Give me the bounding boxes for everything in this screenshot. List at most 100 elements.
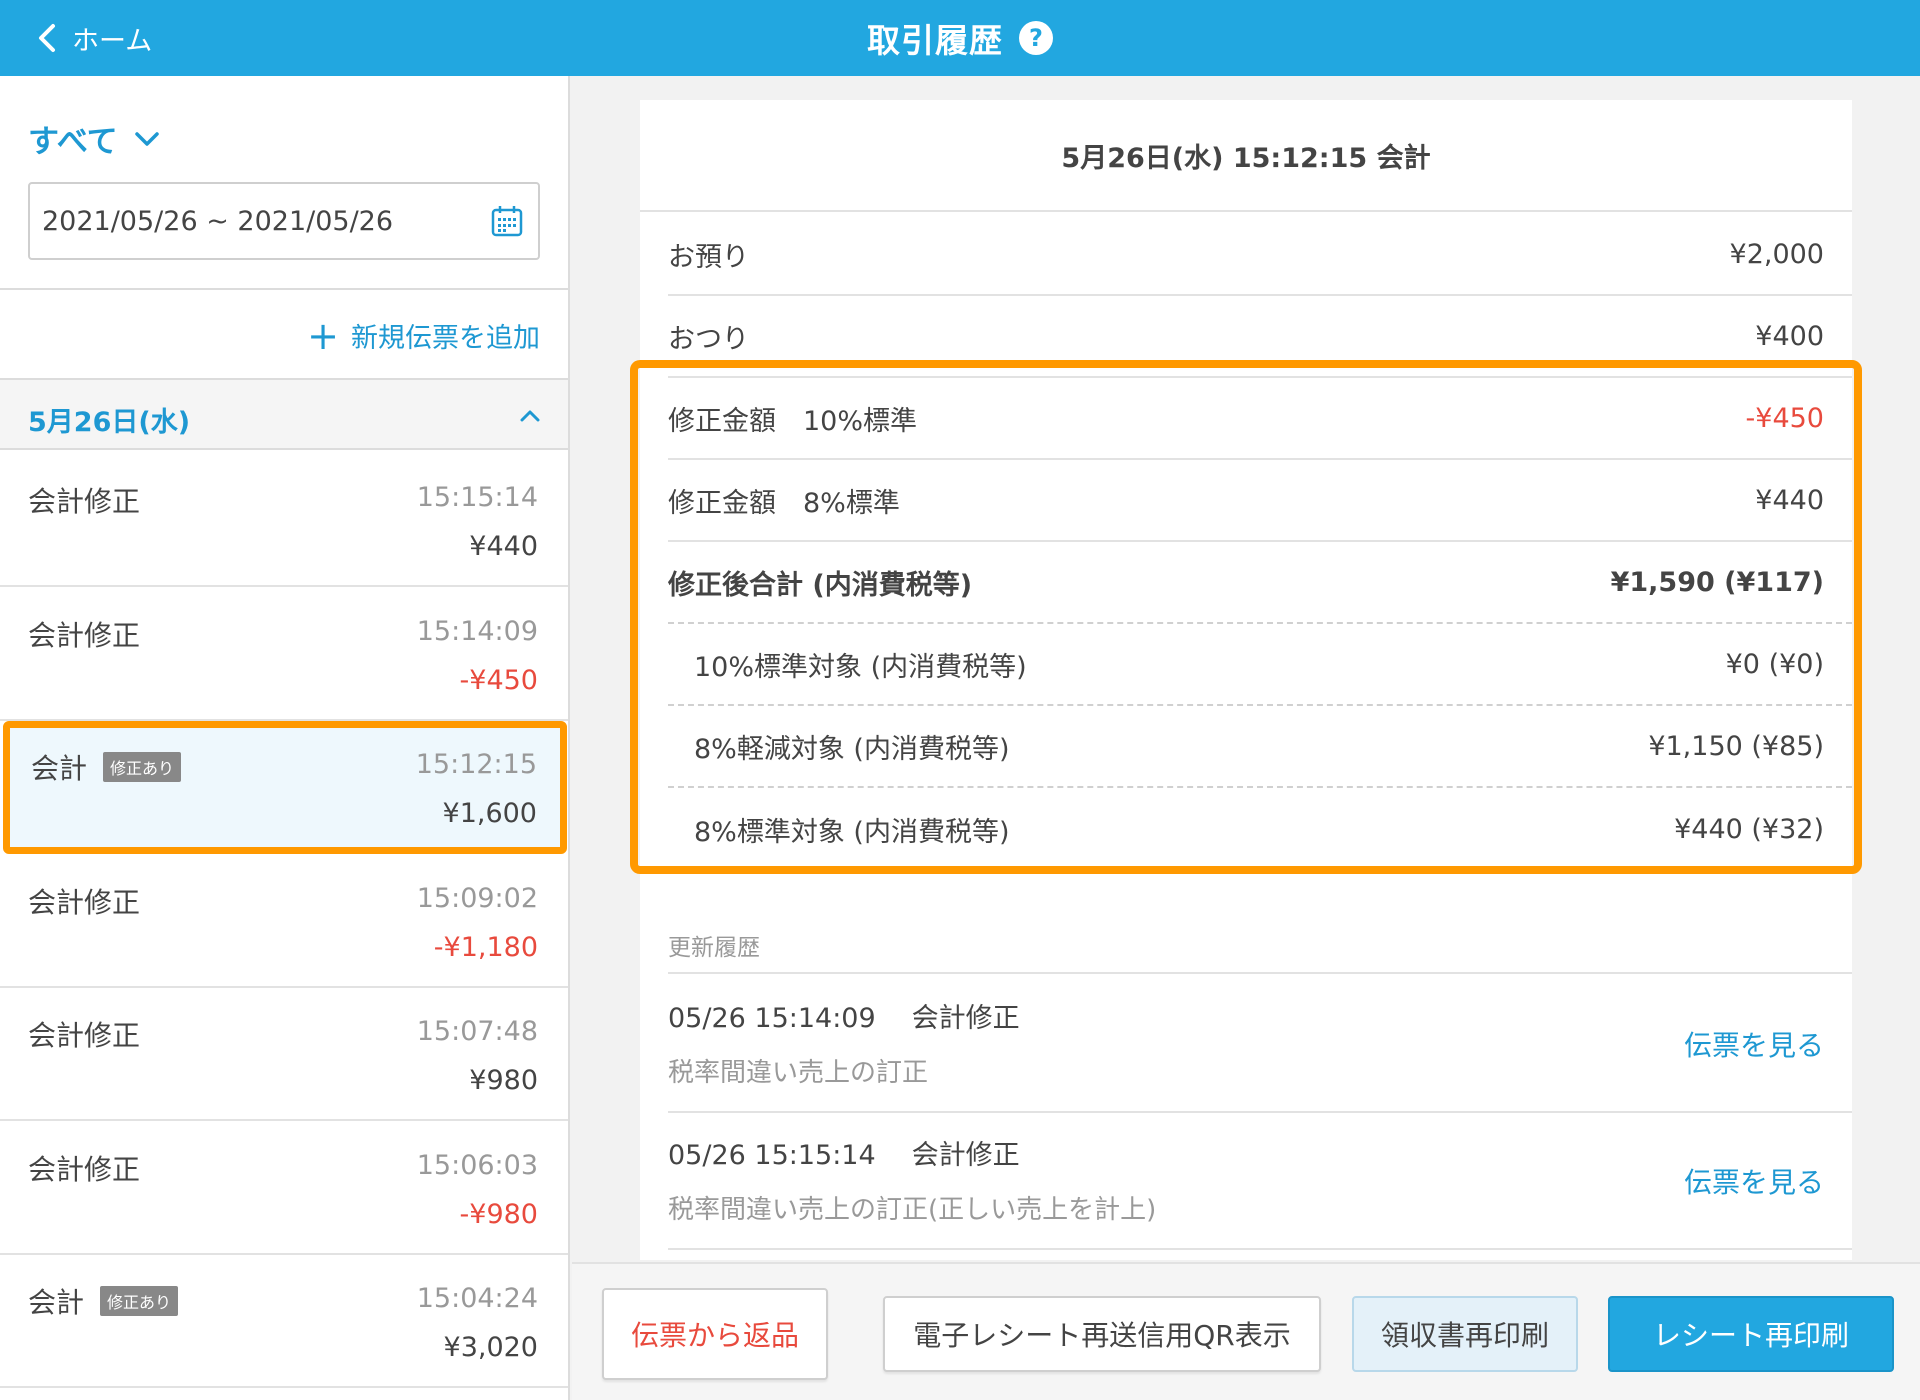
modified-badge: 修正あり xyxy=(100,1286,179,1316)
transaction-type: 会計 xyxy=(28,1286,85,1319)
history-type: 会計修正 xyxy=(911,1003,1020,1034)
transaction-type: 会計修正 xyxy=(28,1152,141,1186)
detail-row: 修正金額 10%標準 -¥450 xyxy=(668,378,1852,460)
reprint-receipt-button[interactable]: レシート再印刷 xyxy=(1608,1296,1894,1372)
detail-row-label: 8%標準対象 (内消費税等) xyxy=(694,816,1010,848)
transaction-label: 会計 修正あり xyxy=(28,1281,179,1321)
detail-row-label: おつり xyxy=(668,323,749,355)
detail-row-label: 修正後合計 (内消費税等) xyxy=(668,569,973,601)
back-button[interactable]: ホーム xyxy=(36,0,152,76)
divider xyxy=(0,288,568,290)
date-group-header[interactable]: 5月26日(水) xyxy=(0,378,568,450)
transaction-label: 会計修正 xyxy=(28,1148,140,1188)
calendar-icon[interactable] xyxy=(490,204,524,238)
chevron-up-icon xyxy=(520,410,540,422)
detail-row-value: ¥440 (¥32) xyxy=(1674,813,1824,845)
detail-row-label: 10%標準対象 (内消費税等) xyxy=(694,651,1027,683)
transaction-type: 会計修正 xyxy=(28,618,141,652)
detail-row-value: ¥400 xyxy=(1755,320,1824,352)
chevron-down-icon xyxy=(134,131,159,146)
app-header: ホーム 取引履歴 ? xyxy=(0,0,1920,76)
detail-row: お預り ¥2,000 xyxy=(668,214,1852,296)
transaction-item[interactable]: 会計修正 15:06:03 -¥980 xyxy=(0,1121,568,1255)
detail-row-label: 修正金額 8%標準 xyxy=(668,487,900,519)
transaction-item[interactable]: 会計 修正あり 15:12:15 ¥1,600 xyxy=(3,721,567,854)
transaction-time: 15:15:14 xyxy=(416,482,538,513)
qr-resend-button[interactable]: 電子レシート再送信用QR表示 xyxy=(883,1296,1321,1372)
transaction-label: 会計修正 xyxy=(28,881,140,921)
history-item: 05/26 15:15:14 会計修正税率間違い売上の訂正(正しい売上を計上) 伝票… xyxy=(668,1111,1852,1247)
transaction-type: 会計修正 xyxy=(28,1019,141,1052)
filter-label: すべて xyxy=(28,124,118,160)
transaction-type: 会計 xyxy=(31,752,88,785)
transaction-label: 会計修正 xyxy=(28,480,140,520)
filter-dropdown[interactable]: すべて xyxy=(28,116,160,161)
transaction-item[interactable]: 会計修正 15:14:09 -¥450 xyxy=(0,587,568,721)
history-title: 更新履歴 xyxy=(668,935,760,961)
date-range-field[interactable]: 2021/05/26 ~ 2021/05/26 xyxy=(28,182,540,260)
date-group-label: 5月26日(水) xyxy=(28,407,191,438)
detail-row-label: 修正金額 10%標準 xyxy=(668,405,918,437)
transaction-amount: -¥980 xyxy=(459,1198,538,1230)
transaction-amount: ¥440 xyxy=(469,531,538,562)
transaction-type: 会計修正 xyxy=(28,485,141,518)
page-title-wrap: 取引履歴 ? xyxy=(0,0,1920,76)
add-slip-label: 新規伝票を追加 xyxy=(351,323,540,354)
transaction-amount: -¥1,180 xyxy=(433,931,538,963)
transaction-amount: ¥980 xyxy=(469,1065,538,1096)
transaction-time: 15:07:48 xyxy=(416,1016,538,1047)
history-header: 05/26 15:14:09 会計修正 xyxy=(668,996,1020,1035)
detail-row: 修正後合計 (内消費税等) ¥1,590 (¥117) xyxy=(668,542,1852,624)
transaction-sidebar: すべて 2021/05/26 ~ 2021/05/26 + 新規伝票を追加 5月… xyxy=(0,76,570,1400)
transaction-amount: ¥1,600 xyxy=(442,798,537,829)
transaction-type: 会計修正 xyxy=(28,885,141,919)
history-datetime: 05/26 15:15:14 xyxy=(668,1140,876,1171)
detail-row-value: ¥440 xyxy=(1755,484,1824,516)
transaction-time: 15:09:02 xyxy=(416,882,538,914)
transaction-item[interactable]: 会計 修正あり 15:04:24 ¥3,020 xyxy=(0,1255,568,1388)
detail-row-value: ¥2,000 xyxy=(1729,238,1824,270)
detail-row-value: -¥450 xyxy=(1745,402,1824,434)
detail-row: 8%軽減対象 (内消費税等) ¥1,150 (¥85) xyxy=(668,706,1852,788)
transaction-time: 15:06:03 xyxy=(416,1149,538,1181)
transaction-item[interactable]: 会計修正 15:07:48 ¥980 xyxy=(0,988,568,1121)
add-slip-button[interactable]: + 新規伝票を追加 xyxy=(307,316,540,355)
transaction-label: 会計修正 xyxy=(28,614,140,654)
transaction-item[interactable]: 会計修正 15:09:02 -¥1,180 xyxy=(0,854,568,988)
receipt-title: 5月26日(水) 15:12:15 会計 xyxy=(640,100,1852,212)
back-label: ホーム xyxy=(72,25,153,57)
detail-row: 10%標準対象 (内消費税等) ¥0 (¥0) xyxy=(668,624,1852,706)
history-note: 税率間違い売上の訂正 xyxy=(668,1058,929,1088)
history-header: 05/26 15:15:14 会計修正 xyxy=(668,1133,1020,1172)
detail-row-value: ¥0 (¥0) xyxy=(1725,648,1824,680)
detail-row-label: 8%軽減対象 (内消費税等) xyxy=(694,733,1010,765)
transaction-amount: ¥3,020 xyxy=(443,1332,538,1363)
transaction-label: 会計 修正あり xyxy=(31,747,182,787)
history-type: 会計修正 xyxy=(911,1140,1020,1171)
page-title: 取引履歴 xyxy=(867,21,1003,60)
help-icon[interactable]: ? xyxy=(1019,21,1053,55)
transaction-label: 会計修正 xyxy=(28,1014,140,1054)
reprint-invoice-button[interactable]: 領収書再印刷 xyxy=(1352,1296,1578,1372)
plus-icon: + xyxy=(307,313,339,358)
transaction-time: 15:04:24 xyxy=(416,1283,538,1314)
transaction-amount: -¥450 xyxy=(459,664,538,696)
transaction-time: 15:14:09 xyxy=(416,615,538,647)
date-range-value: 2021/05/26 ~ 2021/05/26 xyxy=(42,205,394,237)
history-note: 税率間違い売上の訂正(正しい売上を計上) xyxy=(668,1195,1157,1225)
history-datetime: 05/26 15:14:09 xyxy=(668,1003,876,1034)
detail-row: 修正金額 8%標準 ¥440 xyxy=(668,460,1852,542)
detail-row-value: ¥1,590 (¥117) xyxy=(1610,566,1824,598)
detail-row: 8%標準対象 (内消費税等) ¥440 (¥32) xyxy=(668,788,1852,870)
view-slip-link[interactable]: 伝票を見る xyxy=(1684,1161,1824,1201)
view-slip-link[interactable]: 伝票を見る xyxy=(1684,1024,1824,1064)
history-item: 05/26 15:14:09 会計修正税率間違い売上の訂正 伝票を見る xyxy=(668,974,1852,1110)
detail-row-value: ¥1,150 (¥85) xyxy=(1648,730,1824,762)
bottom-toolbar: 伝票から返品 電子レシート再送信用QR表示 領収書再印刷 レシート再印刷 xyxy=(572,1262,1920,1400)
chevron-left-icon xyxy=(39,24,55,52)
transaction-time: 15:12:15 xyxy=(415,749,537,780)
transaction-detail: 5月26日(水) 15:12:15 会計 お預り ¥2,000 おつり ¥400 修正金… xyxy=(640,100,1852,1260)
detail-row-label: お預り xyxy=(668,241,749,273)
transaction-item[interactable]: 会計修正 15:15:14 ¥440 xyxy=(0,454,568,587)
return-from-slip-button[interactable]: 伝票から返品 xyxy=(602,1288,828,1380)
